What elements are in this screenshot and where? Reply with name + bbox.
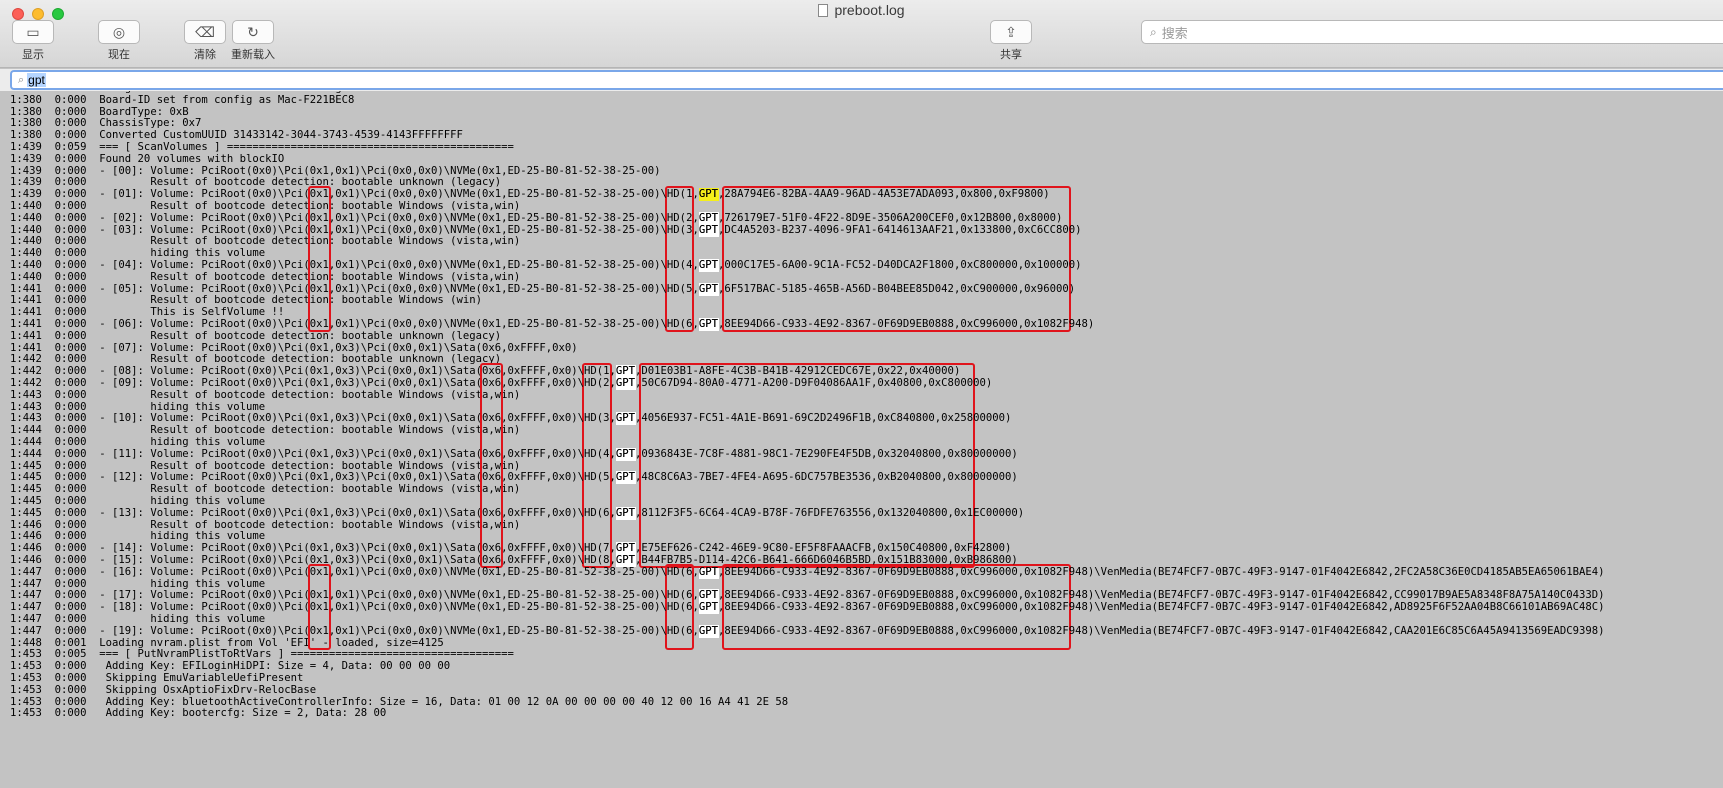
now-icon: ◎ <box>112 23 126 40</box>
close-window-button[interactable] <box>12 8 24 20</box>
show-button[interactable]: ▭ <box>12 20 54 44</box>
filter-input[interactable]: ⌕ gpt <box>10 70 1723 90</box>
reload-button[interactable]: ↻ <box>232 20 274 44</box>
zoom-window-button[interactable] <box>52 8 64 20</box>
now-button[interactable]: ◎ <box>98 20 140 44</box>
minimize-window-button[interactable] <box>32 8 44 20</box>
log-line: 1:443 0:000 - [10]: Volume: PciRoot(0x0)… <box>10 412 1012 425</box>
window-titlebar: preboot.log ▭ 显示 ◎ 现在 ⌫ 清除 ↻ 重新载入 ⇪ 共享 ⌕… <box>0 0 1723 68</box>
search-icon: ⌕ <box>1150 24 1157 39</box>
log-line: 1:441 0:000 - [06]: Volume: PciRoot(0x0)… <box>10 318 1095 330</box>
reload-button-label: 重新载入 <box>231 49 275 61</box>
log-line: 1:447 0:000 - [18]: Volume: PciRoot(0x0)… <box>10 601 1605 614</box>
search-field[interactable]: ⌕ 搜索 <box>1141 20 1723 44</box>
log-line: 1:441 0:000 - [05]: Volume: PciRoot(0x0)… <box>10 282 1076 295</box>
window-title-text: preboot.log <box>834 2 905 18</box>
log-line: 1:440 0:000 - [04]: Volume: PciRoot(0x0)… <box>10 259 1082 271</box>
filter-input-value: gpt <box>27 73 46 87</box>
clear-icon: ⌫ <box>195 23 215 40</box>
reload-icon: ↻ <box>247 23 259 40</box>
search-icon: ⌕ <box>18 73 25 86</box>
window-title: preboot.log <box>0 2 1723 18</box>
now-button-label: 现在 <box>108 49 130 61</box>
log-view[interactable]: 1:380 0:000 Using FirmwareFeaturesMask f… <box>10 91 1723 788</box>
log-line: 1:445 0:000 - [13]: Volume: PciRoot(0x0)… <box>10 506 1025 519</box>
share-button[interactable]: ⇪ <box>990 20 1032 44</box>
share-icon: ⇪ <box>1005 23 1017 40</box>
annotation-box-partition-number <box>582 363 612 568</box>
log-line: 1:442 0:000 - [09]: Volume: PciRoot(0x0)… <box>10 377 993 389</box>
log-line: 1:445 0:000 - [12]: Volume: PciRoot(0x0)… <box>10 471 1018 484</box>
document-icon <box>818 4 829 17</box>
clear-button-label: 清除 <box>194 49 216 61</box>
filter-bar: ⌕ gpt <box>0 69 1723 91</box>
search-placeholder: 搜索 <box>1161 25 1188 41</box>
log-line: 1:447 0:000 - [16]: Volume: PciRoot(0x0)… <box>10 565 1605 578</box>
log-line: 1:439 0:000 - [01]: Volume: PciRoot(0x0)… <box>10 188 1050 201</box>
sidebar-icon: ▭ <box>26 23 40 40</box>
log-line: 1:453 0:000 Adding Key: bootercfg: Size … <box>10 707 387 720</box>
log-line: 1:447 0:000 - [19]: Volume: PciRoot(0x0)… <box>10 624 1605 637</box>
clear-button[interactable]: ⌫ <box>184 20 226 44</box>
share-button-label: 共享 <box>1000 49 1022 61</box>
log-line: 1:444 0:000 - [11]: Volume: PciRoot(0x0)… <box>10 447 1018 460</box>
log-line: 1:440 0:000 - [03]: Volume: PciRoot(0x0)… <box>10 223 1082 236</box>
show-button-label: 显示 <box>22 49 44 61</box>
annotation-box-partition-guid <box>639 363 976 568</box>
